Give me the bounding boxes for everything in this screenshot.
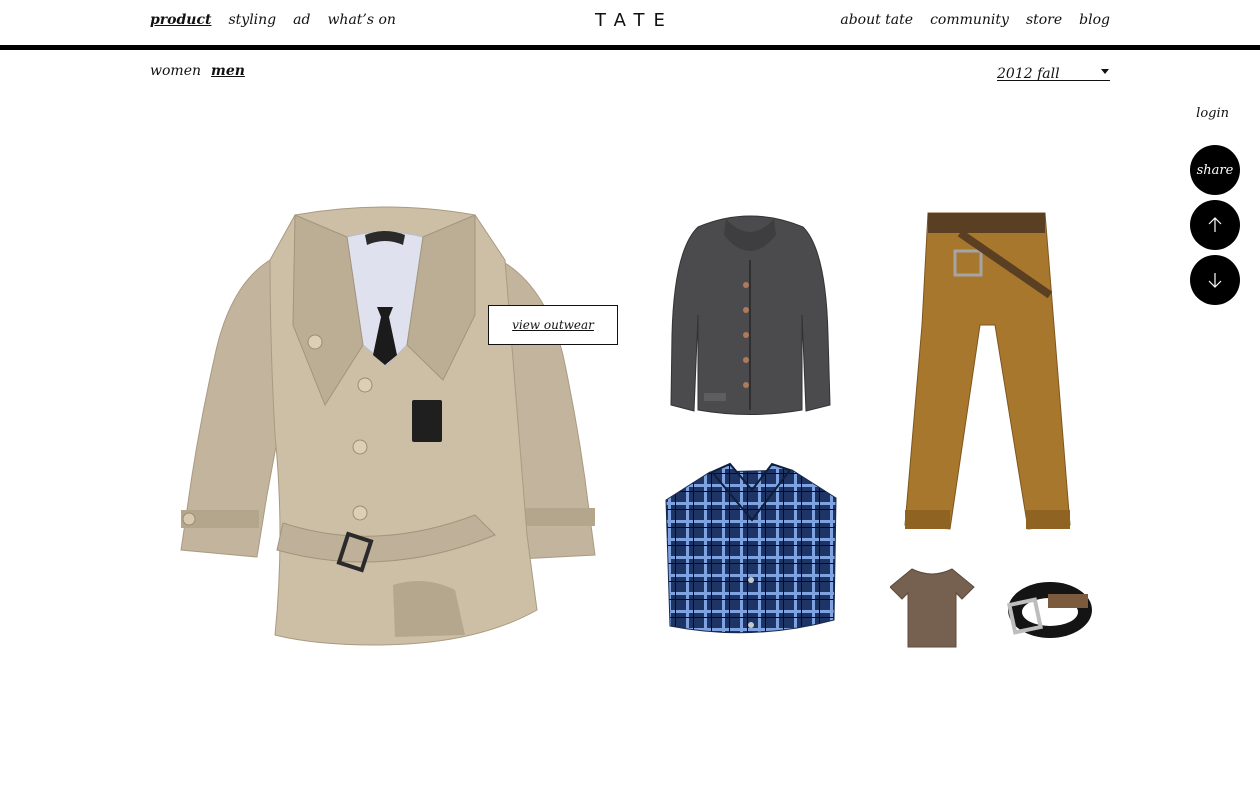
- nav-about-tate[interactable]: about tate: [840, 12, 913, 28]
- tshirt-image[interactable]: [890, 565, 975, 650]
- filter-men[interactable]: men: [211, 63, 245, 79]
- season-dropdown[interactable]: 2012 fall: [997, 63, 1110, 82]
- season-selected-value: 2012 fall: [997, 66, 1060, 82]
- chino-pants-image[interactable]: [900, 205, 1075, 535]
- share-button[interactable]: share: [1190, 145, 1240, 195]
- shawl-cardigan-image[interactable]: [668, 205, 833, 420]
- view-outwear-button[interactable]: view outwear: [488, 305, 618, 345]
- secondary-nav: about tate community store blog: [840, 12, 1110, 28]
- belt-image[interactable]: [1002, 572, 1094, 644]
- filter-women[interactable]: women: [150, 63, 201, 79]
- arrow-up-icon: [1208, 217, 1222, 232]
- scroll-down-button[interactable]: [1190, 255, 1240, 305]
- gender-filter: women men: [150, 63, 245, 79]
- scroll-up-button[interactable]: [1190, 200, 1240, 250]
- share-label: share: [1196, 162, 1234, 178]
- trench-coat-image[interactable]: [175, 205, 605, 650]
- top-navigation: product styling ad what’s on TATE about …: [0, 0, 1260, 50]
- nav-community[interactable]: community: [930, 12, 1009, 28]
- nav-store[interactable]: store: [1026, 12, 1062, 28]
- login-link[interactable]: login: [1196, 106, 1229, 121]
- arrow-down-icon: [1208, 273, 1222, 288]
- caret-down-icon: [1101, 69, 1109, 74]
- plaid-shirt-image[interactable]: [662, 460, 840, 640]
- view-outwear-label: view outwear: [512, 318, 594, 332]
- nav-blog[interactable]: blog: [1079, 12, 1110, 28]
